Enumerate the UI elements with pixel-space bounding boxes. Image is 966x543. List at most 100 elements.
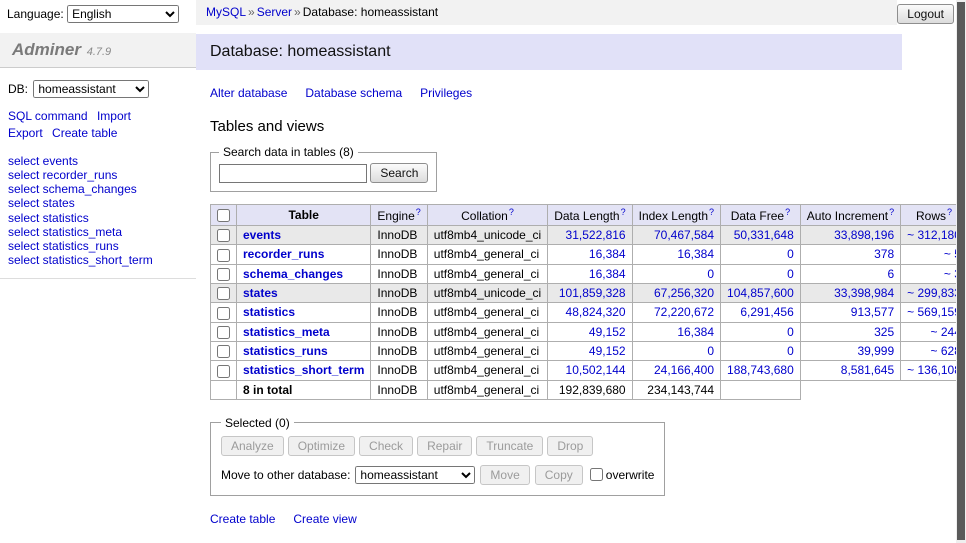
data-free-link[interactable]: 0 [787, 344, 794, 358]
row-checkbox[interactable] [217, 268, 230, 281]
auto-increment-link[interactable]: 913,577 [851, 305, 894, 319]
data-free-link[interactable]: 6,291,456 [740, 305, 793, 319]
row-checkbox[interactable] [217, 287, 230, 300]
row-checkbox[interactable] [217, 307, 230, 320]
row-checkbox[interactable] [217, 365, 230, 378]
move-database-select[interactable]: homeassistant [355, 466, 475, 484]
select-all-checkbox[interactable] [217, 209, 230, 222]
auto-increment-link[interactable]: 33,898,196 [834, 228, 894, 242]
move-button[interactable]: Move [480, 465, 529, 485]
auto-increment-link[interactable]: 378 [874, 247, 894, 261]
db-select[interactable]: homeassistant [33, 80, 149, 98]
index-length-link[interactable]: 67,256,320 [654, 286, 714, 300]
column-help-data-length[interactable]: ? [621, 207, 626, 217]
link-privileges[interactable]: Privileges [420, 86, 472, 100]
sidebar-item-select-statistics-meta[interactable]: select statistics_meta [8, 226, 188, 239]
sidebar-item-select-statistics[interactable]: select statistics [8, 212, 188, 225]
data-length-link[interactable]: 49,152 [589, 325, 626, 339]
sidebar-action-sql-command[interactable]: SQL command [8, 109, 88, 123]
data-free-link[interactable]: 188,743,680 [727, 363, 794, 377]
sidebar-item-select-recorder-runs[interactable]: select recorder_runs [8, 169, 188, 182]
search-button[interactable]: Search [370, 163, 428, 183]
rows-link[interactable]: ~ 569,159 [907, 305, 956, 319]
analyze-button[interactable]: Analyze [221, 436, 284, 456]
data-free-link[interactable]: 0 [787, 325, 794, 339]
copy-button[interactable]: Copy [535, 465, 583, 485]
data-free-link[interactable]: 104,857,600 [727, 286, 794, 300]
rows-link[interactable]: ~ 136,108 [907, 363, 956, 377]
table-link-recorder-runs[interactable]: recorder_runs [243, 247, 324, 261]
sidebar-action-import[interactable]: Import [97, 109, 131, 123]
check-button[interactable]: Check [359, 436, 413, 456]
data-free-link[interactable]: 0 [787, 247, 794, 261]
data-free-link[interactable]: 50,331,648 [734, 228, 794, 242]
link-create-view[interactable]: Create view [293, 512, 356, 526]
index-length-link[interactable]: 24,166,400 [654, 363, 714, 377]
sidebar-action-create-table[interactable]: Create table [52, 126, 117, 140]
overwrite-checkbox[interactable] [590, 468, 603, 481]
language-select[interactable]: English [67, 5, 179, 23]
rows-link[interactable]: ~ 5 [944, 247, 956, 261]
data-length-link[interactable]: 10,502,144 [566, 363, 626, 377]
sidebar-item-select-statistics-short-term[interactable]: select statistics_short_term [8, 254, 188, 267]
rows-link[interactable]: ~ 244 [931, 325, 957, 339]
row-checkbox[interactable] [217, 326, 230, 339]
data-length-link[interactable]: 101,859,328 [559, 286, 626, 300]
data-length-link[interactable]: 49,152 [589, 344, 626, 358]
index-length-link[interactable]: 0 [707, 267, 714, 281]
sidebar-action-export[interactable]: Export [8, 126, 43, 140]
row-checkbox[interactable] [217, 229, 230, 242]
column-help-index-length[interactable]: ? [709, 207, 714, 217]
rows-link[interactable]: ~ 299,833 [907, 286, 956, 300]
link-database-schema[interactable]: Database schema [305, 86, 402, 100]
data-free-link[interactable]: 0 [787, 267, 794, 281]
column-help-collation[interactable]: ? [509, 207, 514, 217]
index-length-link[interactable]: 16,384 [677, 247, 714, 261]
repair-button[interactable]: Repair [417, 436, 472, 456]
data-length-link[interactable]: 48,824,320 [566, 305, 626, 319]
breadcrumb-link-server[interactable]: Server [257, 5, 292, 19]
index-length-link[interactable]: 16,384 [677, 325, 714, 339]
column-help-rows[interactable]: ? [947, 207, 952, 217]
column-help-data-free[interactable]: ? [785, 207, 790, 217]
auto-increment-link[interactable]: 8,581,645 [841, 363, 894, 377]
column-help-engine[interactable]: ? [416, 207, 421, 217]
rows-link[interactable]: ~ 3 [944, 267, 956, 281]
table-link-statistics[interactable]: statistics [243, 305, 295, 319]
logout-button[interactable]: Logout [897, 4, 954, 24]
table-link-schema-changes[interactable]: schema_changes [243, 267, 343, 281]
auto-increment-link[interactable]: 325 [874, 325, 894, 339]
table-link-statistics-short-term[interactable]: statistics_short_term [243, 363, 364, 377]
index-length-link[interactable]: 72,220,672 [654, 305, 714, 319]
column-help-auto-increment[interactable]: ? [889, 207, 894, 217]
index-length-link[interactable]: 70,467,584 [654, 228, 714, 242]
table-link-statistics-meta[interactable]: statistics_meta [243, 325, 330, 339]
sidebar-item-select-statistics-runs[interactable]: select statistics_runs [8, 240, 188, 253]
rows-link[interactable]: ~ 312,180 [907, 228, 956, 242]
auto-increment-link[interactable]: 33,398,984 [834, 286, 894, 300]
drop-button[interactable]: Drop [547, 436, 593, 456]
scrollbar[interactable] [956, 0, 966, 543]
scrollbar-thumb[interactable] [957, 2, 965, 540]
table-link-statistics-runs[interactable]: statistics_runs [243, 344, 328, 358]
table-link-states[interactable]: states [243, 286, 278, 300]
sidebar-item-select-events[interactable]: select events [8, 155, 188, 168]
search-input[interactable] [219, 164, 367, 183]
sidebar-item-select-schema-changes[interactable]: select schema_changes [8, 183, 188, 196]
table-link-events[interactable]: events [243, 228, 281, 242]
truncate-button[interactable]: Truncate [476, 436, 543, 456]
link-alter-database[interactable]: Alter database [210, 86, 287, 100]
auto-increment-link[interactable]: 39,999 [857, 344, 894, 358]
data-length-link[interactable]: 31,522,816 [566, 228, 626, 242]
auto-increment-link[interactable]: 6 [887, 267, 894, 281]
data-length-link[interactable]: 16,384 [589, 247, 626, 261]
breadcrumb-link-mysql[interactable]: MySQL [206, 5, 246, 19]
rows-link[interactable]: ~ 628 [931, 344, 957, 358]
row-checkbox[interactable] [217, 249, 230, 262]
index-length-link[interactable]: 0 [707, 344, 714, 358]
sidebar-item-select-states[interactable]: select states [8, 197, 188, 210]
optimize-button[interactable]: Optimize [288, 436, 355, 456]
link-create-table[interactable]: Create table [210, 512, 275, 526]
data-length-link[interactable]: 16,384 [589, 267, 626, 281]
row-checkbox[interactable] [217, 345, 230, 358]
